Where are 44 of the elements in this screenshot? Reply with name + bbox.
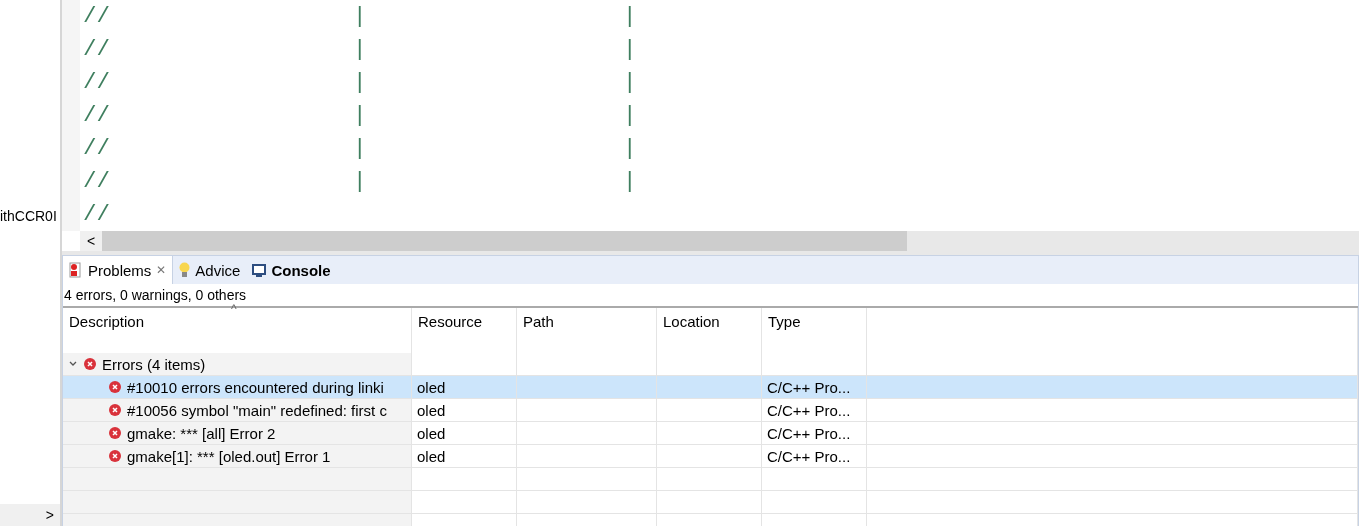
table-cell: C/C++ Pro... [767, 424, 851, 442]
error-icon [109, 427, 121, 439]
error-icon [109, 381, 121, 393]
error-icon [109, 404, 121, 416]
problem-row[interactable]: #10010 errors encountered during linki [63, 376, 412, 399]
problem-row[interactable]: #10056 symbol "main" redefined: first c [63, 399, 412, 422]
table-cell: C/C++ Pro... [767, 378, 851, 396]
code-line: // | | [83, 35, 637, 64]
error-icon [84, 358, 96, 370]
view-tab[interactable]: Console [246, 256, 337, 284]
scroll-right-arrow[interactable]: > [45, 507, 54, 523]
table-cell: C/C++ Pro... [767, 401, 851, 419]
problems-icon [69, 262, 83, 278]
problem-description[interactable]: #10056 symbol "main" redefined: first c [127, 401, 387, 419]
code-line: // | | [83, 2, 637, 31]
table-cell: oled [417, 447, 446, 465]
code-line: // | | [83, 134, 637, 163]
error-icon [109, 450, 121, 462]
code-line: // | | [83, 101, 637, 130]
problem-description[interactable]: #10010 errors encountered during linki [127, 378, 384, 396]
lightbulb-icon [179, 262, 191, 278]
problem-row[interactable]: gmake[1]: *** [oled.out] Error 1 [63, 445, 412, 468]
problem-row[interactable]: gmake: *** [all] Error 2 [63, 422, 412, 445]
outline-item[interactable]: ithCCR0I [0, 208, 60, 224]
monitor-icon [252, 263, 267, 277]
column-header[interactable]: Type [762, 308, 867, 353]
problem-description[interactable]: gmake: *** [all] Error 2 [127, 424, 276, 442]
table-cell: oled [417, 378, 446, 396]
close-icon[interactable]: ✕ [156, 263, 167, 277]
scrollbar-thumb[interactable] [102, 231, 907, 251]
group-label[interactable]: Errors (4 items) [102, 355, 206, 373]
table-cell: oled [417, 424, 446, 442]
column-header[interactable]: Location [657, 308, 762, 353]
view-tab[interactable]: Problems ✕ [63, 256, 174, 284]
column-header[interactable]: Path [517, 308, 657, 353]
view-tab[interactable]: Advice [173, 256, 247, 284]
code-line: // [83, 200, 111, 229]
table-cell: C/C++ Pro... [767, 447, 851, 465]
code-line: // | | [83, 68, 637, 97]
column-header[interactable]: Resource [412, 308, 517, 353]
problem-description[interactable]: gmake[1]: *** [oled.out] Error 1 [127, 447, 331, 465]
tree-group-row[interactable]: Errors (4 items) [63, 353, 412, 376]
table-cell: oled [417, 401, 446, 419]
code-line: // | | [83, 167, 637, 196]
